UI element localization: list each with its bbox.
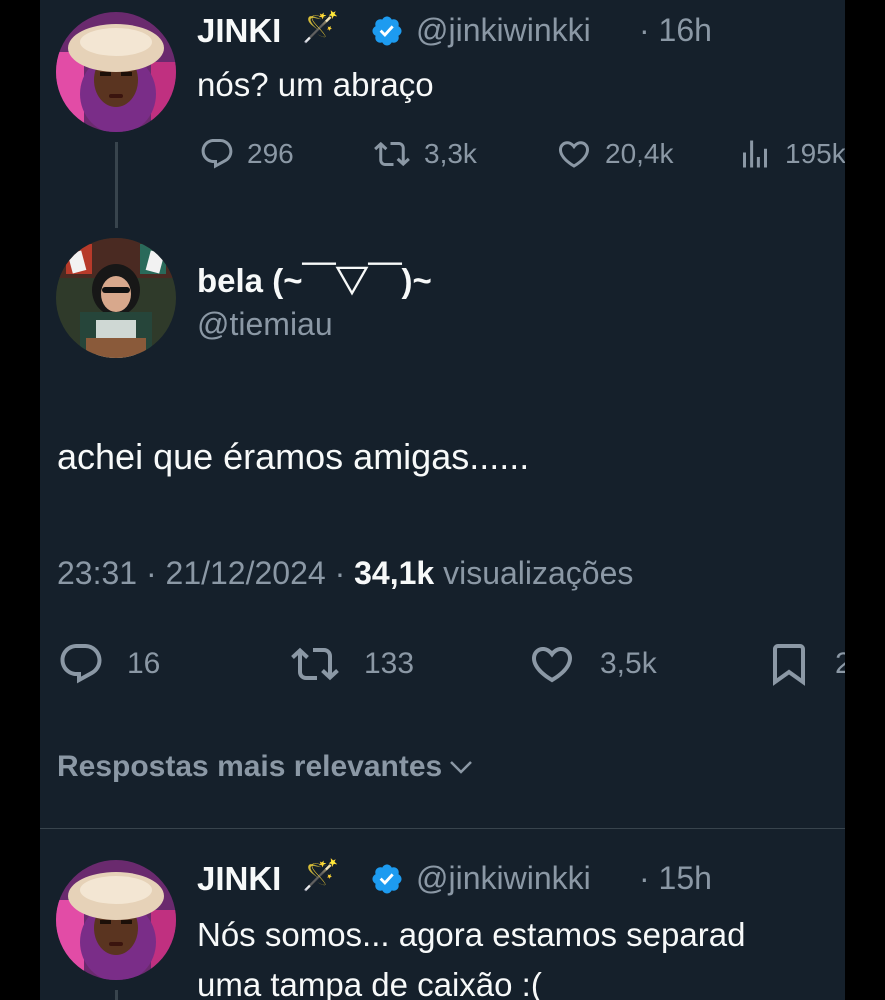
verified-badge-icon [372,864,402,894]
verified-badge-icon [372,16,402,46]
avatar-jinki-reply-image [56,860,176,980]
main-like-button[interactable]: 3,5k [526,640,657,688]
bookmark-icon [773,644,805,686]
thread-connector-line [115,142,118,228]
reply-thread-line [115,990,118,1000]
main-tweet-meta: 23:31 · 21/12/2024 · 34,1k visualizações [57,555,633,592]
like-button[interactable]: 20,4k [555,136,674,172]
reply-icon [60,644,102,684]
views-button[interactable]: 195k [737,136,845,172]
post-time[interactable]: · 16h [639,12,712,49]
bookmark-button[interactable]: 2 [765,640,845,688]
app-frame: JINKI 🪄 @jinkiwinkki · 16h nós? um abraç… [40,0,845,1000]
reply-author-name[interactable]: JINKI [197,860,281,898]
main-tweet-text: achei que éramos amigas...... [57,436,530,477]
author-handle[interactable]: @jinkiwinkki [416,12,591,49]
reply-count: 296 [247,138,294,169]
magic-wand-emoji: 🪄 [302,859,340,892]
like-count: 20,4k [605,138,674,169]
timestamp[interactable]: 23:31 · 21/12/2024 · [57,555,345,591]
retweet-count: 3,3k [424,138,477,169]
reply-post-time[interactable]: · 15h [639,860,712,897]
replies-sort-dropdown[interactable]: Respostas mais relevantes [57,750,476,784]
main-author-name[interactable]: bela (~￣▽￣)~ [197,254,432,302]
reply-button[interactable]: 296 [199,136,294,172]
reply-text-line1: Nós somos... agora estamos separad [197,916,746,953]
avatar-jinki-reply[interactable] [56,860,176,980]
retweet-button[interactable]: 3,3k [372,136,477,172]
chevron-down-icon [450,761,473,774]
views-count: 195k [785,138,845,169]
avatar-jinki[interactable] [56,12,176,132]
magic-wand-emoji: 🪄 [302,11,340,44]
avatar-bela[interactable] [56,238,176,358]
main-reply-button[interactable]: 16 [57,640,160,688]
retweet-icon [291,647,339,681]
author-name[interactable]: JINKI [197,12,281,50]
views-chart-icon [743,140,767,168]
heart-icon [558,141,590,168]
views-label: visualizações [443,555,634,591]
main-like-count: 3,5k [600,647,657,680]
main-reply-count: 16 [127,647,161,680]
main-author-handle[interactable]: @tiemiau [197,306,333,343]
section-divider [40,828,845,829]
avatar-bela-image [56,238,176,358]
main-retweet-count: 133 [364,647,415,680]
reply-text-line2: uma tampa de caixão :( [197,966,542,1000]
bookmark-count: 2 [835,647,845,680]
reply-author-handle[interactable]: @jinkiwinkki [416,860,591,897]
views-count-bold: 34,1k [354,555,435,591]
reply-icon [201,139,233,169]
retweet-icon [374,141,410,167]
replies-sort-label: Respostas mais relevantes [57,750,443,783]
main-retweet-button[interactable]: 133 [288,640,414,688]
heart-icon [531,647,573,683]
tweet-text: nós? um abraço [197,66,434,103]
avatar-jinki-image [56,12,176,132]
